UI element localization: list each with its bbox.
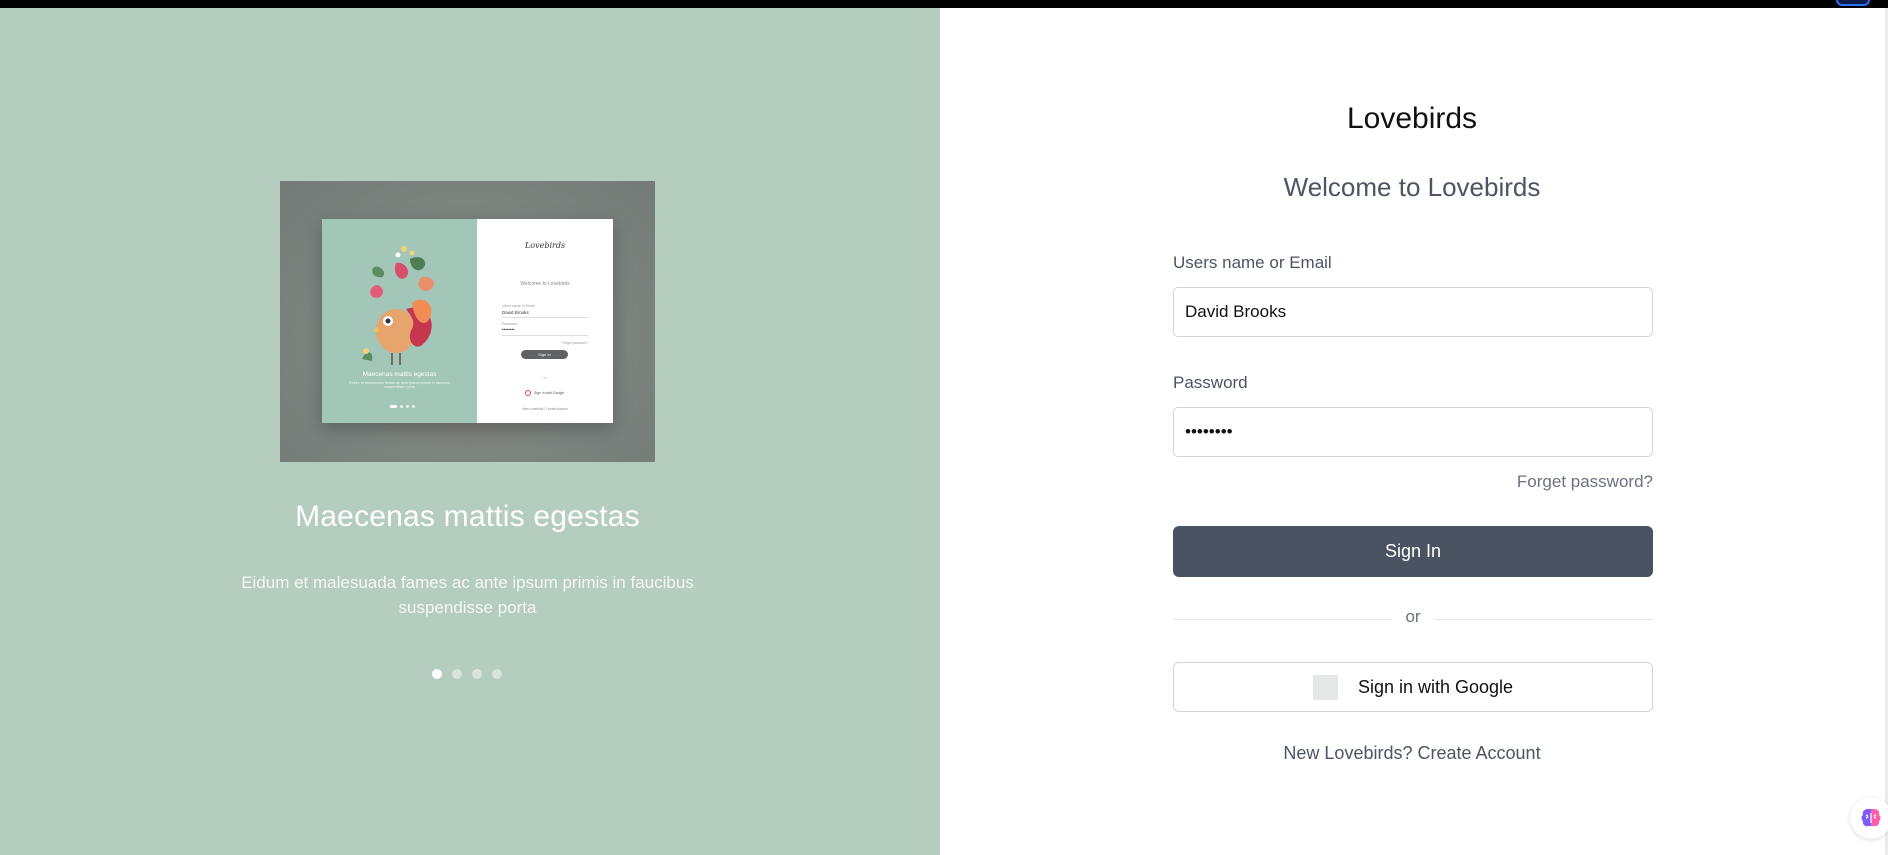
or-text: or: [1405, 607, 1421, 626]
create-account-link[interactable]: Create Account: [1418, 743, 1541, 763]
google-sign-in-label: Sign in with Google: [1357, 676, 1514, 697]
carousel-dot-1[interactable]: [432, 669, 442, 679]
preview-forgot: Forget password?: [562, 341, 588, 345]
google-icon: [1312, 674, 1338, 700]
username-label: Users name or Email: [1173, 253, 1332, 272]
preview-sign-in: Sign In: [521, 350, 568, 359]
carousel-preview-image: Maecenas mattis egestas Eidum et malesua…: [280, 181, 655, 462]
password-label: Password: [1173, 373, 1248, 392]
sign-in-button[interactable]: Sign In: [1173, 526, 1653, 577]
preview-slide-desc: Eidum et malesuada fames ac ante ipsum p…: [348, 381, 451, 389]
preview-right-panel: Lovebirds Welcome to Lovebirds Users nam…: [477, 219, 613, 423]
brain-icon: [1861, 809, 1881, 827]
preview-screenshot: Maecenas mattis egestas Eidum et malesua…: [322, 219, 613, 423]
carousel-pagination: [432, 669, 502, 679]
divider-line-right: [1434, 619, 1653, 620]
browser-top-bar: [0, 0, 1888, 8]
preview-logo: Lovebirds: [524, 241, 566, 250]
carousel-title: Maecenas mattis egestas: [295, 500, 640, 533]
preview-left-panel: Maecenas mattis egestas Eidum et malesua…: [322, 219, 477, 423]
carousel-dot-2[interactable]: [452, 669, 462, 679]
preview-or: or: [543, 376, 547, 380]
carousel-dot-4[interactable]: [492, 669, 502, 679]
carousel-dot-3[interactable]: [472, 669, 482, 679]
preview-welcome: Welcome to Lovebirds: [520, 281, 570, 287]
carousel-description: Eidum et malesuada fames ac ante ipsum p…: [241, 573, 694, 617]
or-divider: or: [1173, 607, 1653, 631]
window-corner-button[interactable]: [1836, 0, 1870, 6]
create-account-row: New Lovebirds? Create Account: [1172, 743, 1652, 764]
google-sign-in-button[interactable]: Sign in with Google: [1173, 662, 1653, 712]
preview-user-label: Users name or Email: [502, 304, 535, 308]
preview-password-label: Password: [502, 322, 518, 326]
username-input[interactable]: [1173, 287, 1653, 337]
preview-dots: [390, 405, 415, 408]
app-title: Lovebirds: [1346, 102, 1478, 135]
preview-user-line: [502, 317, 588, 318]
forgot-password-link[interactable]: Forget password?: [1432, 472, 1653, 492]
preview-slide-title: Maecenas mattis egestas: [362, 371, 437, 378]
welcome-heading: Welcome to Lovebirds: [1283, 172, 1541, 202]
preview-new-account: New Lovebirds? Create Account: [522, 407, 568, 411]
assistant-brain-icon[interactable]: [1850, 797, 1888, 839]
preview-password-value: ••••••••: [502, 327, 515, 332]
bird-illustration-icon: [362, 246, 434, 365]
password-input[interactable]: [1173, 407, 1653, 457]
preview-user-value: David Brooks: [502, 310, 529, 315]
preview-google: Sign in with Google: [525, 390, 564, 396]
preview-password-line: [502, 335, 588, 336]
new-account-prefix: New Lovebirds?: [1283, 743, 1413, 763]
